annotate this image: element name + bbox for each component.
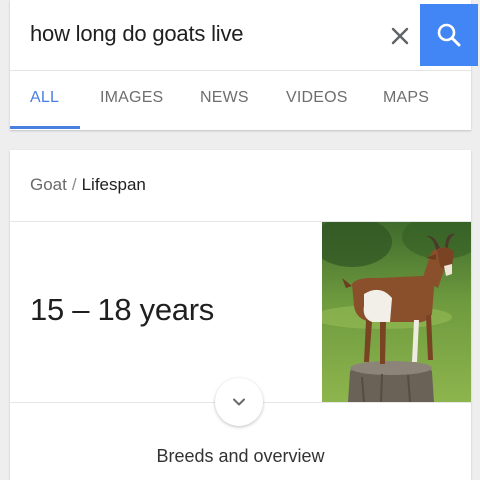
clear-button[interactable] bbox=[382, 18, 418, 54]
answer-card: Goat / Lifespan 15 – 18 years Breeds and… bbox=[10, 150, 471, 480]
breeds-overview-link[interactable]: Breeds and overview bbox=[10, 446, 471, 467]
tab-news[interactable]: NEWS bbox=[200, 89, 249, 107]
search-header: how long do goats live ALL IMAGES NEWS V… bbox=[10, 0, 478, 130]
tab-images[interactable]: IMAGES bbox=[100, 89, 163, 107]
search-button[interactable] bbox=[420, 4, 478, 66]
tab-all[interactable]: ALL bbox=[30, 89, 59, 107]
close-icon bbox=[391, 27, 409, 45]
answer-value: 15 – 18 years bbox=[30, 292, 214, 327]
tab-videos[interactable]: VIDEOS bbox=[286, 89, 348, 107]
chevron-down-icon bbox=[233, 398, 245, 406]
tab-maps[interactable]: MAPS bbox=[383, 89, 429, 107]
search-icon bbox=[437, 23, 461, 47]
active-tab-indicator bbox=[10, 126, 80, 129]
search-tabs: ALL IMAGES NEWS VIDEOS MAPS bbox=[10, 70, 471, 130]
goat-image[interactable] bbox=[322, 222, 471, 402]
search-bar[interactable]: how long do goats live bbox=[10, 0, 478, 70]
breadcrumb-separator: / bbox=[71, 175, 77, 194]
breadcrumb: Goat / Lifespan bbox=[30, 175, 146, 195]
search-input[interactable]: how long do goats live bbox=[30, 21, 244, 47]
expand-button[interactable] bbox=[215, 378, 263, 426]
breadcrumb-parent[interactable]: Goat bbox=[30, 175, 67, 194]
breadcrumb-current: Lifespan bbox=[81, 175, 146, 194]
